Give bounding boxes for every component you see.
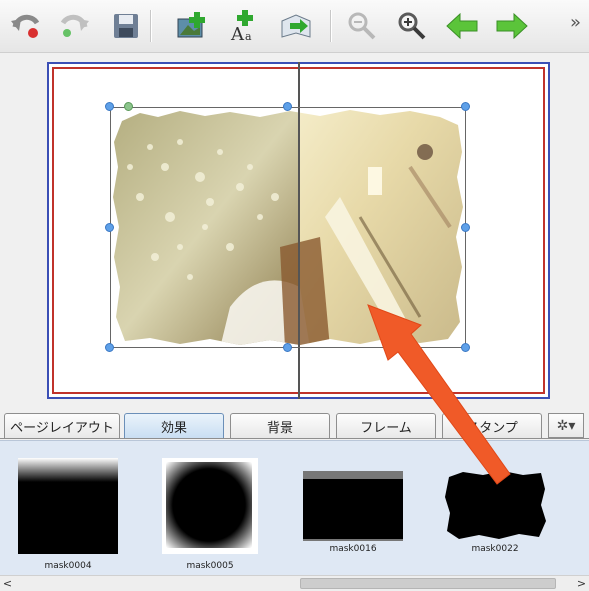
mask-label: mask0005 [186, 561, 234, 571]
redo-icon [60, 14, 89, 37]
resize-handle-top-right[interactable] [461, 102, 470, 111]
mask-preview-mask0022 [445, 471, 546, 539]
mask-thumbnail[interactable]: mask0004 [18, 458, 118, 571]
resize-handle-top-left[interactable] [105, 102, 114, 111]
tab-effects[interactable]: 効果 [124, 413, 224, 438]
save-button[interactable] [108, 8, 144, 44]
mask-label: mask0016 [329, 544, 377, 554]
zoom-in-icon [398, 12, 426, 40]
toolbar: A a » [0, 0, 589, 53]
add-photo-button[interactable] [174, 8, 210, 44]
tab-divider [0, 438, 589, 439]
tab-frame[interactable]: フレーム [336, 413, 436, 438]
scroll-left-button[interactable]: < [0, 576, 15, 591]
mask-preview-mask0004 [18, 458, 118, 554]
resize-handle-bottom[interactable] [283, 343, 292, 352]
back-arrow-icon [446, 12, 478, 40]
mask-preview-mask0016 [303, 471, 403, 541]
tab-bar: ページレイアウト 効果 背景 フレーム スタンプ ✲▾ [0, 406, 589, 440]
export-icon [281, 14, 311, 38]
undo-button[interactable] [8, 8, 44, 44]
resize-handle-left[interactable] [105, 223, 114, 232]
toolbar-separator [330, 10, 331, 42]
add-text-icon: A a [230, 10, 253, 42]
tab-settings-button[interactable]: ✲▾ [548, 413, 584, 438]
resize-handle-bottom-left[interactable] [105, 343, 114, 352]
back-button[interactable] [444, 8, 480, 44]
mask-label: mask0004 [44, 561, 92, 571]
mask-thumbnail[interactable]: mask0005 [162, 458, 258, 571]
svg-text:A: A [230, 24, 245, 42]
mask-preview-mask0005 [162, 458, 258, 554]
app-window: A a » ページレイアウト 効果 背景 フレーム スタンプ ✲▾ mask00… [0, 0, 589, 591]
mask-thumbnail-panel: mask0004 mask0005 mask0016 mask0022 [0, 440, 589, 576]
rotate-handle[interactable] [124, 102, 133, 111]
resize-handle-right[interactable] [461, 223, 470, 232]
horizontal-scrollbar[interactable]: < > [0, 575, 589, 591]
resize-handle-top[interactable] [283, 102, 292, 111]
forward-arrow-icon [496, 12, 528, 40]
zoom-out-button[interactable] [344, 8, 380, 44]
scrollbar-thumb[interactable] [300, 578, 556, 589]
add-text-button[interactable]: A a [226, 8, 262, 44]
export-button[interactable] [278, 8, 314, 44]
resize-handle-bottom-right[interactable] [461, 343, 470, 352]
tab-background[interactable]: 背景 [230, 413, 330, 438]
tab-page-layout[interactable]: ページレイアウト [4, 413, 120, 438]
gear-icon: ✲▾ [556, 417, 576, 434]
tab-stamp[interactable]: スタンプ [442, 413, 542, 438]
scroll-right-button[interactable]: > [574, 576, 589, 591]
mask-thumbnail[interactable]: mask0022 [443, 469, 547, 554]
mask-thumbnail[interactable]: mask0016 [303, 471, 403, 554]
zoom-in-button[interactable] [394, 8, 430, 44]
zoom-out-icon [348, 12, 376, 40]
redo-button[interactable] [56, 8, 92, 44]
selection-box[interactable] [110, 107, 466, 348]
mask-label: mask0022 [471, 544, 519, 554]
forward-button[interactable] [494, 8, 530, 44]
add-photo-icon [177, 12, 205, 38]
svg-text:a: a [245, 30, 252, 42]
toolbar-separator [150, 10, 151, 42]
toolbar-overflow-button[interactable]: » [570, 12, 581, 33]
save-icon [114, 14, 138, 38]
undo-icon [11, 14, 40, 38]
